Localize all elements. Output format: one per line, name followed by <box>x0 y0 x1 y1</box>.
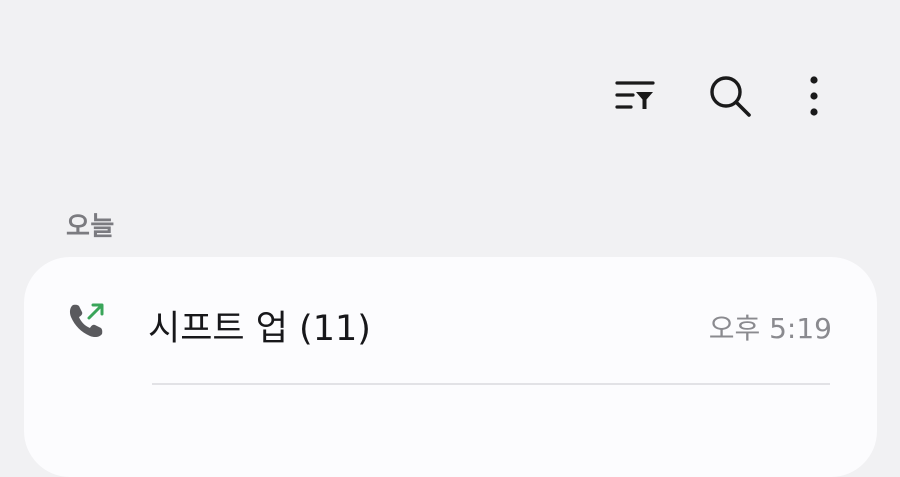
filter-button[interactable] <box>609 70 661 122</box>
call-log-item[interactable]: 시프트 업 (11) 오후 5:19 <box>24 257 877 387</box>
more-vertical-icon <box>810 76 818 116</box>
outgoing-call-icon <box>68 301 106 339</box>
section-header-today: 오늘 <box>66 212 115 242</box>
call-log-card: 시프트 업 (11) 오후 5:19 <box>24 257 877 477</box>
top-toolbar <box>0 70 900 122</box>
contact-name: 시프트 업 (11) <box>148 309 371 349</box>
more-options-button[interactable] <box>788 70 840 122</box>
call-time: 오후 5:19 <box>708 312 832 345</box>
search-button[interactable] <box>704 70 756 122</box>
filter-list-icon <box>615 81 655 109</box>
row-divider <box>152 383 830 385</box>
search-icon <box>710 76 751 117</box>
